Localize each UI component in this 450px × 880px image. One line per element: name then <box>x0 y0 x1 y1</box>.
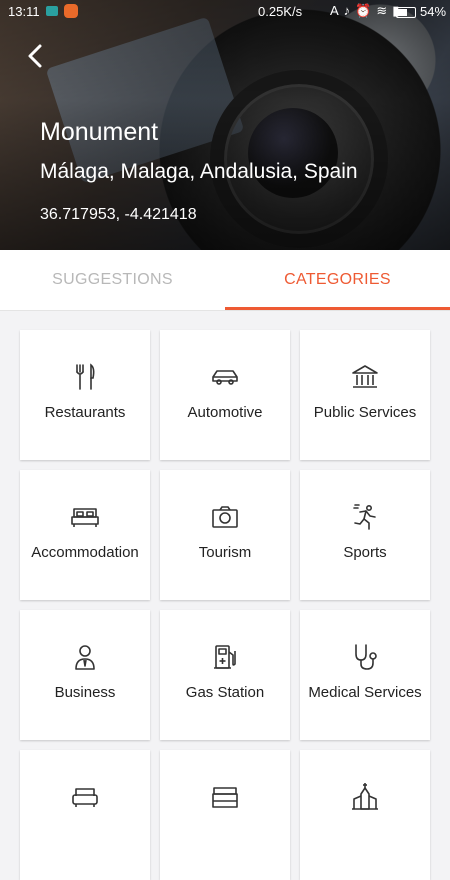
tab-suggestions[interactable]: SUGGESTIONS <box>0 250 225 310</box>
category-label: Sports <box>343 544 387 561</box>
category-gas-station[interactable]: Gas Station <box>160 610 290 740</box>
businessman-icon <box>75 645 95 670</box>
tab-bar: SUGGESTIONS CATEGORIES <box>0 250 450 311</box>
category-label: Public Services <box>313 404 417 421</box>
category-shopping[interactable] <box>160 750 290 880</box>
church-icon <box>352 783 378 810</box>
app-notification-icon <box>64 4 78 18</box>
category-accommodation[interactable]: Accommodation <box>20 470 150 600</box>
car-icon <box>212 370 238 385</box>
place-title: Monument <box>40 118 159 146</box>
place-coordinates: 36.717953, -4.421418 <box>40 206 197 223</box>
category-automotive[interactable]: Automotive <box>160 330 290 460</box>
back-button[interactable] <box>20 40 52 72</box>
building-columns-icon <box>352 365 378 388</box>
category-label: Restaurants <box>44 404 126 421</box>
battery-percent: 54% <box>420 4 447 19</box>
category-medical-services[interactable]: Medical Services <box>300 610 430 740</box>
active-tab-indicator <box>225 307 450 310</box>
camera-icon <box>212 506 238 528</box>
wifi-icon: ≋ <box>376 3 388 18</box>
category-label: Gas Station <box>185 684 265 701</box>
battery-icon <box>396 7 416 18</box>
category-label: Medical Services <box>308 684 422 701</box>
cash-register-icon <box>212 787 238 808</box>
category-label: Business <box>54 684 116 701</box>
network-speed: 0.25K/s <box>258 4 303 19</box>
category-label: Accommodation <box>31 544 139 561</box>
status-bar: 13:11 0.25K/s A ♪ ⏰ ≋ ▮ 54% <box>0 0 450 24</box>
alarm-icon: ⏰ <box>355 3 372 18</box>
category-restaurants[interactable]: Restaurants <box>20 330 150 460</box>
gas-pump-icon <box>214 645 236 669</box>
sofa-icon <box>72 788 98 807</box>
category-label: Tourism <box>198 544 252 561</box>
signal-a-icon: A <box>330 3 339 18</box>
mute-icon: ♪ <box>343 3 351 18</box>
place-address: Málaga, Malaga, Andalusia, Spain <box>40 160 358 183</box>
category-furniture[interactable] <box>20 750 150 880</box>
bed-icon <box>71 508 99 527</box>
arrow-left-icon <box>28 44 42 68</box>
runner-icon <box>353 504 376 530</box>
stethoscope-icon <box>355 644 377 670</box>
category-sports[interactable]: Sports <box>300 470 430 600</box>
category-label: Automotive <box>187 404 263 421</box>
category-public-services[interactable]: Public Services <box>300 330 430 460</box>
notification-icon <box>46 6 58 16</box>
fork-knife-icon <box>76 363 95 390</box>
status-time: 13:11 <box>8 4 40 19</box>
category-religious-sites[interactable] <box>300 750 430 880</box>
category-business[interactable]: Business <box>20 610 150 740</box>
battery-fill <box>398 9 407 16</box>
status-icons: A ♪ ⏰ ≋ ▮ <box>330 3 399 19</box>
category-tourism[interactable]: Tourism <box>160 470 290 600</box>
tab-categories[interactable]: CATEGORIES <box>225 250 450 310</box>
